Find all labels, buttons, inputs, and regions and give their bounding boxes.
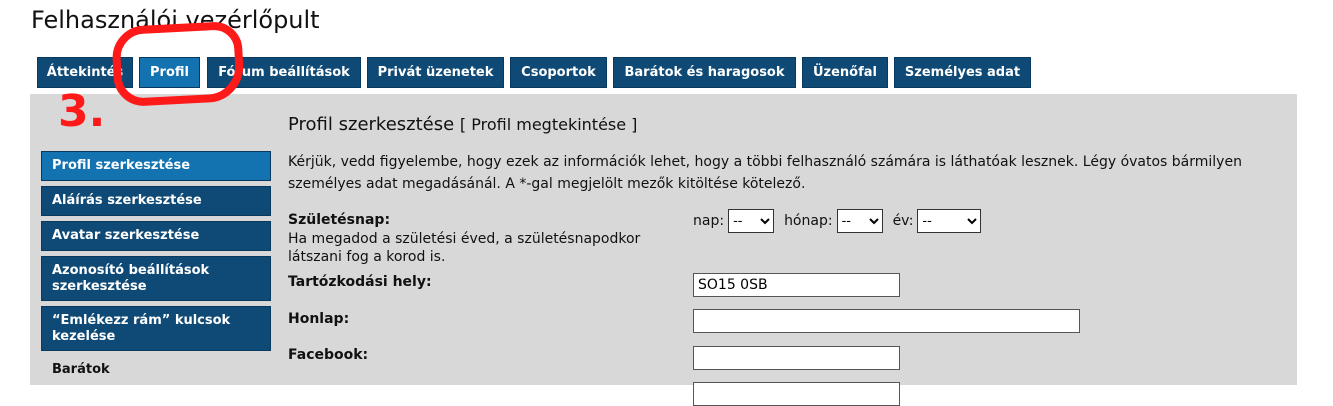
sidebar-item-edit-avatar[interactable]: Avatar szerkesztése [41, 221, 271, 251]
sidebar-item-friends[interactable]: Barátok [52, 362, 110, 377]
section-title: Profil szerkesztése [ Profil megtekintés… [288, 114, 637, 135]
page-title: Felhasználói vezérlőpult [31, 6, 320, 34]
birthday-help: Ha megadod a születési éved, a születésn… [288, 231, 641, 265]
facebook-label: Facebook: [288, 347, 369, 363]
year-select[interactable]: -- [917, 209, 982, 233]
birthday-label: Születésnap: [288, 212, 391, 228]
homepage-label: Honlap: [288, 311, 350, 327]
tab-forum-settings[interactable]: Fórum beállítások [207, 57, 361, 88]
sidebar-item-account-settings[interactable]: Azonosító beállítások szerkesztése [41, 256, 271, 301]
sidebar-item-edit-signature[interactable]: Aláírás szerkesztése [41, 186, 271, 216]
facebook-input[interactable] [693, 346, 900, 370]
year-label: év: [892, 213, 914, 229]
content-panel: Profil szerkesztése Aláírás szerkesztése… [30, 94, 1297, 406]
sidebar-item-edit-profile[interactable]: Profil szerkesztése [41, 151, 271, 181]
tab-overview[interactable]: Áttekintés [37, 57, 133, 88]
day-label: nap: [693, 213, 725, 229]
tab-groups[interactable]: Csoportok [510, 57, 607, 88]
location-input[interactable] [693, 273, 900, 297]
tab-message-wall[interactable]: Üzenőfal [802, 57, 888, 88]
month-select[interactable]: -- [836, 209, 883, 233]
day-select[interactable]: -- [728, 209, 775, 233]
tab-personal-data[interactable]: Személyes adat [894, 57, 1031, 88]
intro-notice: Kérjük, vedd figyelembe, hogy ezek az in… [288, 154, 1242, 192]
sidebar-item-remember-me-keys[interactable]: “Emlékezz rám” kulcsok kezelése [41, 306, 271, 351]
month-label: hónap: [784, 213, 833, 229]
location-label: Tartózkodási hely: [288, 274, 432, 290]
section-title-text: Profil szerkesztése [288, 114, 455, 135]
tab-private-messages[interactable]: Privát üzenetek [367, 57, 504, 88]
view-profile-link[interactable]: [ Profil megtekintése ] [460, 115, 638, 134]
next-field-input[interactable] [693, 382, 900, 406]
birthday-selects: nap: -- hónap: -- év: -- [693, 209, 991, 233]
tab-profile[interactable]: Profil [139, 57, 200, 88]
tab-friends-foes[interactable]: Barátok és haragosok [613, 57, 796, 88]
homepage-input[interactable] [693, 309, 1080, 333]
